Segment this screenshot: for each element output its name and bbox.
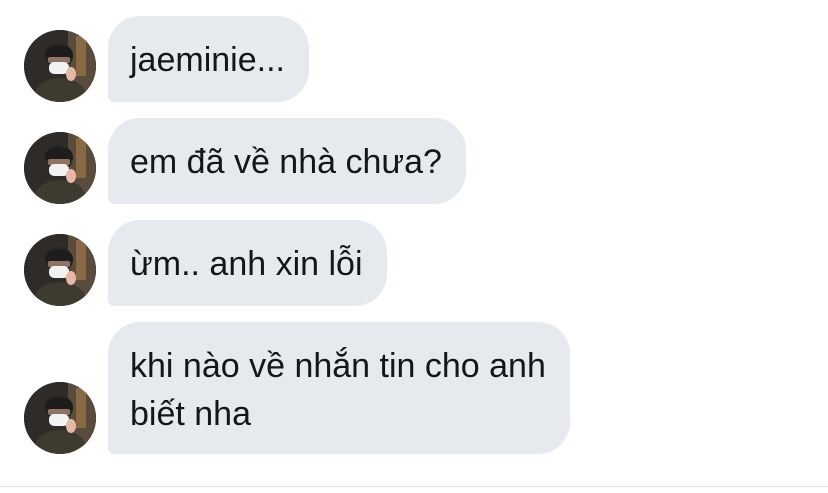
profile-photo-icon: [24, 234, 96, 306]
message-bubble[interactable]: em đã về nhà chưa?: [108, 118, 466, 204]
profile-photo-icon: [24, 132, 96, 204]
avatar[interactable]: [24, 132, 96, 204]
message-text: ừm.. anh xin lỗi: [130, 245, 363, 283]
avatar[interactable]: [24, 234, 96, 306]
message-text-line: khi nào về nhắn tin cho anh: [130, 347, 546, 385]
divider: [0, 486, 828, 487]
chat-thread: jaeminie... em đã về nhà chưa? ừm.. anh …: [0, 0, 828, 493]
message-text-line: biết nha: [130, 395, 251, 433]
profile-photo-icon: [24, 382, 96, 454]
message-bubble[interactable]: ừm.. anh xin lỗi: [108, 220, 387, 306]
message-text: em đã về nhà chưa?: [130, 143, 442, 181]
message-bubble[interactable]: khi nào về nhắn tin cho anh biết nha: [108, 322, 570, 454]
message-text: jaeminie...: [130, 41, 285, 79]
avatar[interactable]: [24, 30, 96, 102]
message-bubble[interactable]: jaeminie...: [108, 16, 309, 102]
avatar[interactable]: [24, 382, 96, 454]
message-row: ừm.. anh xin lỗi: [0, 220, 828, 306]
message-row: jaeminie...: [0, 16, 828, 102]
profile-photo-icon: [24, 30, 96, 102]
message-row: em đã về nhà chưa?: [0, 118, 828, 204]
message-row: khi nào về nhắn tin cho anh biết nha: [0, 322, 828, 454]
